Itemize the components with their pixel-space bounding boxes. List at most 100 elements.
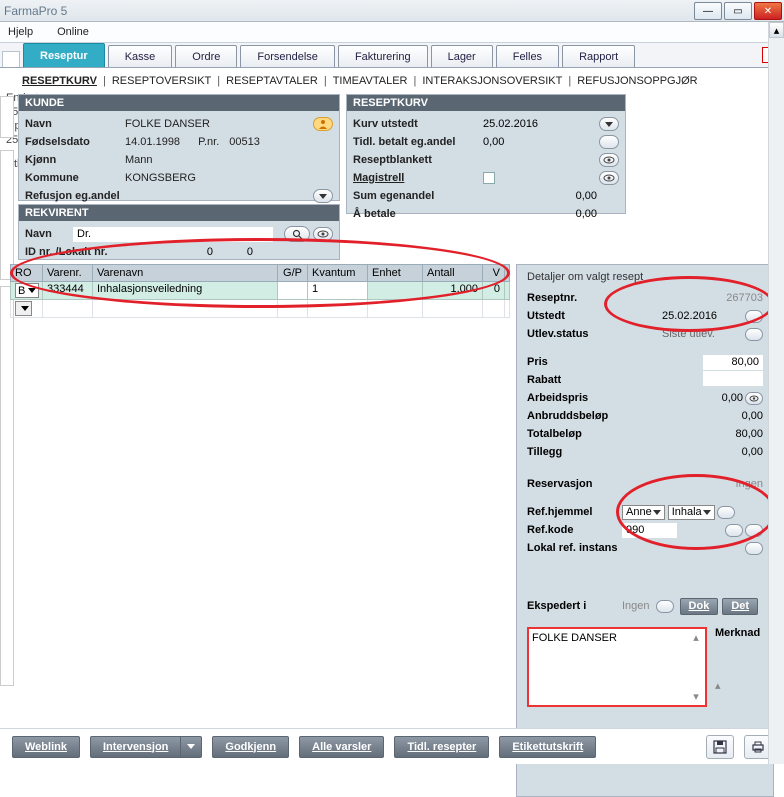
subtabs: RESEPTKURV| RESEPTOVERSIKT| RESEPTAVTALE…: [0, 68, 784, 90]
kunde-refusjon-label: Refusjon eg.andel: [25, 190, 155, 202]
kurv-utstedt-value: 25.02.2016: [483, 118, 538, 130]
totalbelop-value: 80,00: [622, 428, 763, 440]
cell-gp[interactable]: [278, 282, 308, 299]
rekvirent-navn-input[interactable]: Dr.: [73, 227, 273, 242]
scroll-up-icon[interactable]: ▴: [689, 631, 703, 644]
subtab-reseptavtaler[interactable]: RESEPTAVTALER: [226, 75, 318, 87]
intervensjon-dropdown[interactable]: [181, 736, 202, 758]
pris-value[interactable]: 80,00: [703, 355, 763, 370]
col-enhet[interactable]: Enhet: [368, 265, 423, 281]
name-textarea[interactable]: FOLKE DANSER ▴ ▾: [527, 627, 707, 707]
reservasjon-label: Reservasjon: [527, 478, 622, 490]
rabatt-value[interactable]: [703, 371, 763, 386]
tab-fakturering[interactable]: Fakturering: [338, 45, 428, 67]
cell-v[interactable]: 0: [483, 282, 505, 299]
subtab-timeavtaler[interactable]: TIMEAVTALER: [333, 75, 408, 87]
tab-kasse[interactable]: Kasse: [108, 45, 173, 67]
intervensjon-button[interactable]: Intervensjon: [90, 736, 181, 758]
ro-combo-empty[interactable]: [15, 301, 32, 316]
subtab-reseptkurv[interactable]: RESEPTKURV: [22, 75, 97, 87]
minimize-button[interactable]: —: [694, 2, 722, 20]
table-row[interactable]: [10, 300, 510, 318]
tab-lager[interactable]: Lager: [431, 45, 493, 67]
refhjemmel-combo1[interactable]: Anne: [622, 505, 665, 520]
scroll-up-icon[interactable]: ▴: [769, 22, 784, 38]
tidl-view-icon[interactable]: [599, 135, 619, 149]
utstedt-view-icon[interactable]: [745, 310, 763, 323]
refkode-value[interactable]: 990: [622, 523, 677, 538]
refkode-view-icon[interactable]: [745, 524, 763, 537]
refhjemmel-label: Ref.hjemmel: [527, 506, 622, 518]
reseptkurv-panel: RESEPTKURV Kurv utstedt25.02.2016 Tidl. …: [346, 94, 626, 214]
view-icon[interactable]: [313, 227, 333, 241]
lokalref-view-icon[interactable]: [745, 542, 763, 555]
ekspedert-view-icon[interactable]: [656, 600, 674, 613]
subtab-reseptoversikt[interactable]: RESEPTOVERSIKT: [112, 75, 211, 87]
refusjon-dropdown[interactable]: [313, 189, 333, 203]
det-button[interactable]: Det: [722, 598, 758, 615]
subtab-refusjon[interactable]: REFUSJONSOPPGJØR: [577, 75, 697, 87]
ro-combo[interactable]: B: [15, 283, 39, 298]
col-gp[interactable]: G/P: [278, 265, 308, 281]
utstedt-label: Utstedt: [527, 310, 622, 322]
dok-button[interactable]: Dok: [680, 598, 719, 615]
vertical-scrollbar[interactable]: ▴: [768, 22, 784, 764]
scroll-down-icon[interactable]: ▾: [689, 690, 703, 703]
tab-forsendelse[interactable]: Forsendelse: [240, 45, 335, 67]
magistrell-checkbox[interactable]: [483, 172, 495, 184]
utlevstatus-view-icon[interactable]: [745, 328, 763, 341]
save-icon[interactable]: [706, 735, 734, 759]
kunde-kjonn-value: Mann: [125, 154, 153, 166]
arbeidspris-view-icon[interactable]: [745, 392, 763, 405]
col-ro[interactable]: RO: [11, 265, 43, 281]
search-icon[interactable]: [284, 226, 310, 242]
col-v[interactable]: V: [483, 265, 505, 281]
weblink-button[interactable]: Weblink: [12, 736, 80, 758]
refkode-label: Ref.kode: [527, 524, 622, 536]
table-row[interactable]: B 333444 Inhalasjonsveiledning 1 1,000 0: [10, 282, 510, 300]
magistrell-view-icon[interactable]: [599, 171, 619, 185]
cell-antall[interactable]: 1,000: [423, 282, 483, 299]
kurv-dropdown[interactable]: [599, 117, 619, 131]
col-antall[interactable]: Antall: [423, 265, 483, 281]
alle-varsler-button[interactable]: Alle varsler: [299, 736, 384, 758]
kunde-pnr-label: P.nr.: [198, 136, 219, 148]
cell-varenavn[interactable]: Inhalasjonsveiledning: [93, 282, 278, 299]
menu-hjelp[interactable]: Hjelp: [8, 26, 33, 38]
tab-felles[interactable]: Felles: [496, 45, 559, 67]
magistrell-label[interactable]: Magistrell: [353, 172, 483, 184]
maximize-button[interactable]: ▭: [724, 2, 752, 20]
etikettutskrift-button[interactable]: Etikettutskrift: [499, 736, 596, 758]
reseptblankett-label: Reseptblankett: [353, 154, 483, 166]
cell-enhet[interactable]: [368, 282, 423, 299]
col-varenavn[interactable]: Varenavn: [93, 265, 278, 281]
cell-varenr[interactable]: 333444: [43, 282, 93, 299]
rabatt-label: Rabatt: [527, 374, 622, 386]
utlevstatus-label: Utlev.status: [527, 328, 622, 340]
kunde-kommune-label: Kommune: [25, 172, 125, 184]
merknad-scroll-icon[interactable]: ▴: [715, 679, 760, 692]
cell-kvantum[interactable]: 1: [308, 282, 368, 299]
lokalref-label: Lokal ref. instans: [527, 542, 647, 554]
tab-ordre[interactable]: Ordre: [175, 45, 237, 67]
refhjemmel-view-icon[interactable]: [717, 506, 735, 519]
refkode-search-icon[interactable]: [725, 524, 743, 537]
arbeidspris-label: Arbeidspris: [527, 392, 622, 404]
close-button[interactable]: ✕: [754, 2, 782, 20]
sum-egenandel-value: 0,00: [483, 190, 597, 202]
sum-egenandel-label: Sum egenandel: [353, 190, 483, 202]
details-panel: Detaljer om valgt resept Reseptnr.267703…: [516, 264, 774, 797]
tillegg-label: Tillegg: [527, 446, 622, 458]
person-icon[interactable]: [313, 117, 333, 131]
tab-reseptur[interactable]: Reseptur: [23, 43, 105, 67]
window-title: FarmaPro 5: [4, 4, 67, 18]
col-kvantum[interactable]: Kvantum: [308, 265, 368, 281]
blankett-view-icon[interactable]: [599, 153, 619, 167]
menu-online[interactable]: Online: [57, 26, 89, 38]
godkjenn-button[interactable]: Godkjenn: [212, 736, 289, 758]
tab-rapport[interactable]: Rapport: [562, 45, 635, 67]
tidl-resepter-button[interactable]: Tidl. resepter: [394, 736, 489, 758]
col-varenr[interactable]: Varenr.: [43, 265, 93, 281]
subtab-interaksjon[interactable]: INTERAKSJONSOVERSIKT: [422, 75, 562, 87]
refhjemmel-combo2[interactable]: Inhala: [668, 505, 715, 520]
